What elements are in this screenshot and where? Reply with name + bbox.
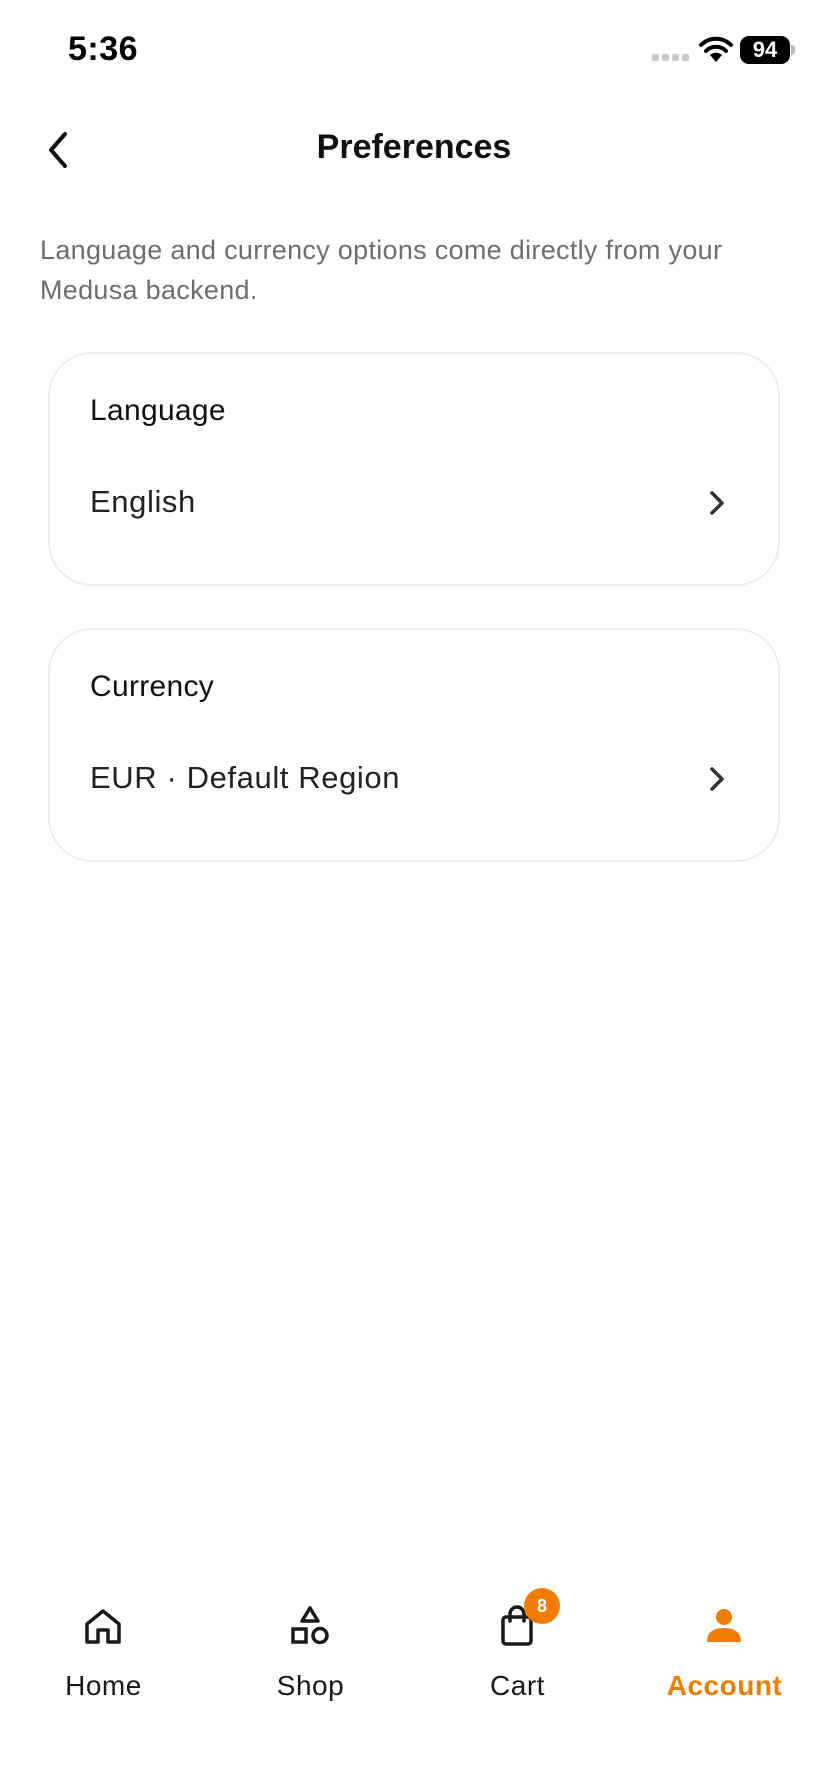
battery-icon: 94 bbox=[740, 36, 790, 64]
currency-label: Currency bbox=[90, 670, 215, 703]
tab-shop[interactable]: Shop bbox=[207, 1580, 414, 1720]
cart-badge: 8 bbox=[524, 1588, 560, 1624]
tab-account-label: Account bbox=[666, 1670, 783, 1701]
currency-value: EUR · Default Region bbox=[90, 760, 401, 795]
language-value: English bbox=[90, 484, 196, 519]
tab-shop-label: Shop bbox=[276, 1670, 345, 1701]
chevron-right-icon bbox=[710, 491, 724, 515]
tab-account[interactable]: Account bbox=[621, 1580, 828, 1720]
person-icon bbox=[707, 1609, 741, 1642]
description-text: Language and currency options come direc… bbox=[40, 235, 723, 305]
header: Preferences bbox=[0, 110, 828, 190]
language-label: Language bbox=[90, 394, 226, 427]
cellular-signal-icon bbox=[652, 54, 690, 62]
page-title: Preferences bbox=[316, 128, 512, 166]
status-time: 5:36 bbox=[68, 30, 139, 68]
tab-home[interactable]: Home bbox=[0, 1580, 207, 1720]
language-selector[interactable]: English bbox=[50, 464, 778, 544]
home-icon bbox=[85, 1609, 121, 1644]
shapes-icon bbox=[291, 1606, 329, 1645]
chevron-right-icon bbox=[710, 767, 724, 791]
currency-card: Currency EUR · Default Region bbox=[48, 628, 780, 862]
tab-bar: Home Shop 8 Cart Account bbox=[0, 1580, 828, 1720]
wifi-icon bbox=[699, 36, 733, 62]
tab-cart-label: Cart bbox=[490, 1670, 545, 1701]
tab-home-label: Home bbox=[65, 1670, 142, 1701]
tab-cart[interactable]: 8 Cart bbox=[414, 1580, 621, 1720]
language-card: Language English bbox=[48, 352, 780, 586]
status-bar: 5:36 94 bbox=[0, 0, 828, 100]
battery-tip bbox=[791, 45, 795, 55]
currency-selector[interactable]: EUR · Default Region bbox=[50, 740, 778, 820]
